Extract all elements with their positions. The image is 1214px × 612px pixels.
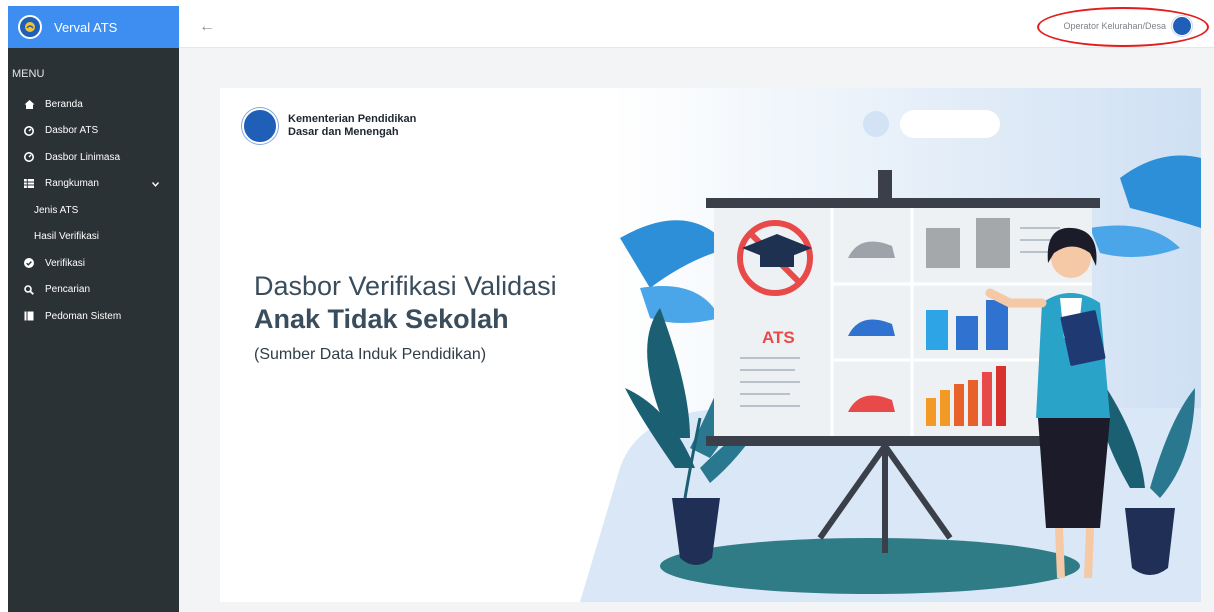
sidebar-item-label: Hasil Verifikasi [34,231,100,243]
sidebar-item-label: Pencarian [45,284,91,296]
sidebar-item-pencarian[interactable]: Pencarian [8,277,179,304]
main-content: ATS Kementerian Pendidikan Dasar dan Men… [179,48,1214,612]
arrow-left-icon[interactable]: ← [199,18,215,36]
ministry-name: Kementerian Pendidikan Dasar dan Menenga… [288,113,416,139]
app-root: Verval ATS MENU Beranda Dasbor ATS Dasbo [0,0,1214,612]
brand-name: Verval ATS [54,19,118,35]
table-icon [22,177,36,191]
sidebar-item-label: Dasbor ATS [45,125,99,137]
sidebar-menu: Beranda Dasbor ATS Dasbor Linimasa Rangk… [8,91,179,330]
sidebar-item-label: Pedoman Sistem [45,310,122,322]
home-icon [22,97,36,111]
hero-title-line2: Anak Tidak Sekolah [254,304,509,334]
sidebar-item-label: Verifikasi [45,257,86,269]
hero-subtitle: (Sumber Data Induk Pendidikan) [254,346,487,363]
search-icon [22,283,36,297]
sidebar-item-label: Jenis ATS [34,204,79,216]
logo-icon [18,15,42,39]
sidebar-item-rangkuman[interactable]: Rangkuman [8,171,179,198]
ministry-header: Kementerian Pendidikan Dasar dan Menenga… [242,108,416,144]
user-menu[interactable]: Operator Kelurahan/Desa [1063,16,1192,36]
board-label: ATS [762,328,795,347]
avatar[interactable] [1172,16,1192,36]
sidebar-item-dasbor-ats[interactable]: Dasbor ATS [8,118,179,145]
topbar: ← Operator Kelurahan/Desa [179,6,1214,48]
sidebar-item-verifikasi[interactable]: Verifikasi [8,250,179,277]
sidebar-item-beranda[interactable]: Beranda [8,91,179,118]
book-icon [22,309,36,323]
menu-heading: MENU [12,68,45,80]
gauge-icon [22,150,36,164]
ministry-name-line1: Kementerian Pendidikan [288,113,417,125]
sidebar-subitem-jenis-ats[interactable]: Jenis ATS [8,197,179,224]
check-circle-icon [22,256,36,270]
presentation-illustration: ATS [580,110,1201,602]
sidebar-item-label: Dasbor Linimasa [45,151,121,163]
gauge-icon [22,124,36,138]
rangkuman-submenu: Jenis ATS Hasil Verifikasi [8,197,179,250]
brand[interactable]: Verval ATS [8,6,179,48]
hero-title-line1: Dasbor Verifikasi Validasi [254,271,557,301]
ministry-name-line2: Dasar dan Menengah [288,126,399,138]
chevron-down-icon [151,179,160,190]
sidebar-item-pedoman-sistem[interactable]: Pedoman Sistem [8,303,179,330]
hero-title: Dasbor Verifikasi Validasi Anak Tidak Se… [254,270,557,336]
sidebar-item-label: Rangkuman [45,178,99,190]
sidebar-item-dasbor-linimasa[interactable]: Dasbor Linimasa [8,144,179,171]
welcome-banner: ATS Kementerian Pendidikan Dasar dan Men… [220,88,1201,602]
sidebar: Verval ATS MENU Beranda Dasbor ATS Dasbo [8,6,179,612]
sidebar-item-label: Beranda [45,98,83,110]
sidebar-subitem-hasil-verifikasi[interactable]: Hasil Verifikasi [8,224,179,251]
ministry-logo-icon [242,108,278,144]
user-role-label: Operator Kelurahan/Desa [1063,21,1166,31]
